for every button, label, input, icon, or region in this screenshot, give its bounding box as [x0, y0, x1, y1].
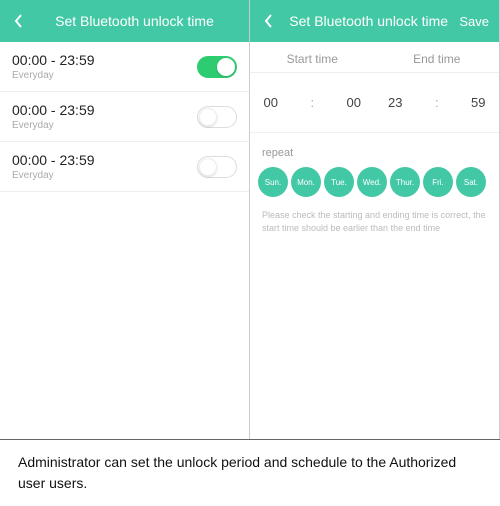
toggle-knob [217, 58, 235, 76]
picker-header: Start time End time [250, 42, 499, 73]
page-title: Set Bluetooth unlock time [278, 13, 459, 29]
chevron-left-icon [13, 13, 23, 29]
toggle-knob [199, 158, 217, 176]
start-time-picker[interactable]: 00 : 00 [250, 95, 375, 110]
start-time-label: Start time [250, 52, 375, 66]
enable-toggle[interactable] [197, 56, 237, 78]
save-button[interactable]: Save [459, 14, 491, 29]
day-thu[interactable]: Thur. [390, 167, 420, 197]
end-minute[interactable]: 59 [458, 95, 500, 110]
time-slot-list: 00:00 - 23:59 Everyday 00:00 - 23:59 Eve… [0, 42, 249, 192]
day-fri[interactable]: Fri. [423, 167, 453, 197]
end-hour[interactable]: 23 [375, 95, 417, 110]
time-range: 00:00 - 23:59 [12, 52, 197, 68]
day-wed[interactable]: Wed. [357, 167, 387, 197]
start-minute[interactable]: 00 [333, 95, 375, 110]
header-left: Set Bluetooth unlock time [0, 0, 249, 42]
time-slot-row[interactable]: 00:00 - 23:59 Everyday [0, 142, 249, 192]
repeat-label: Everyday [12, 70, 197, 81]
screen-edit: Set Bluetooth unlock time Save Start tim… [250, 0, 500, 439]
day-mon[interactable]: Mon. [291, 167, 321, 197]
end-time-picker[interactable]: 23 : 59 [375, 95, 500, 110]
repeat-section-label: repeat [250, 133, 499, 167]
time-range: 00:00 - 23:59 [12, 102, 197, 118]
toggle-knob [199, 108, 217, 126]
repeat-label: Everyday [12, 120, 197, 131]
day-tue[interactable]: Tue. [324, 167, 354, 197]
chevron-left-icon [263, 13, 273, 29]
screen-list: Set Bluetooth unlock time 00:00 - 23:59 … [0, 0, 250, 439]
back-button[interactable] [8, 13, 28, 29]
row-text: 00:00 - 23:59 Everyday [12, 52, 197, 81]
back-button[interactable] [258, 13, 278, 29]
time-picker: 00 : 00 23 : 59 [250, 73, 499, 133]
day-selector: Sun. Mon. Tue. Wed. Thur. Fri. Sat. [250, 167, 499, 197]
end-time-label: End time [375, 52, 500, 66]
header-right: Set Bluetooth unlock time Save [250, 0, 499, 42]
day-sun[interactable]: Sun. [258, 167, 288, 197]
time-slot-row[interactable]: 00:00 - 23:59 Everyday [0, 42, 249, 92]
time-range: 00:00 - 23:59 [12, 152, 197, 168]
page-title: Set Bluetooth unlock time [28, 13, 241, 29]
row-text: 00:00 - 23:59 Everyday [12, 102, 197, 131]
caption-text: Administrator can set the unlock period … [0, 440, 500, 506]
screens-container: Set Bluetooth unlock time 00:00 - 23:59 … [0, 0, 500, 440]
day-sat[interactable]: Sat. [456, 167, 486, 197]
hint-text: Please check the starting and ending tim… [250, 197, 499, 246]
time-slot-row[interactable]: 00:00 - 23:59 Everyday [0, 92, 249, 142]
colon-icon: : [416, 95, 458, 110]
repeat-label: Everyday [12, 170, 197, 181]
colon-icon: : [292, 95, 334, 110]
enable-toggle[interactable] [197, 156, 237, 178]
row-text: 00:00 - 23:59 Everyday [12, 152, 197, 181]
enable-toggle[interactable] [197, 106, 237, 128]
start-hour[interactable]: 00 [250, 95, 292, 110]
